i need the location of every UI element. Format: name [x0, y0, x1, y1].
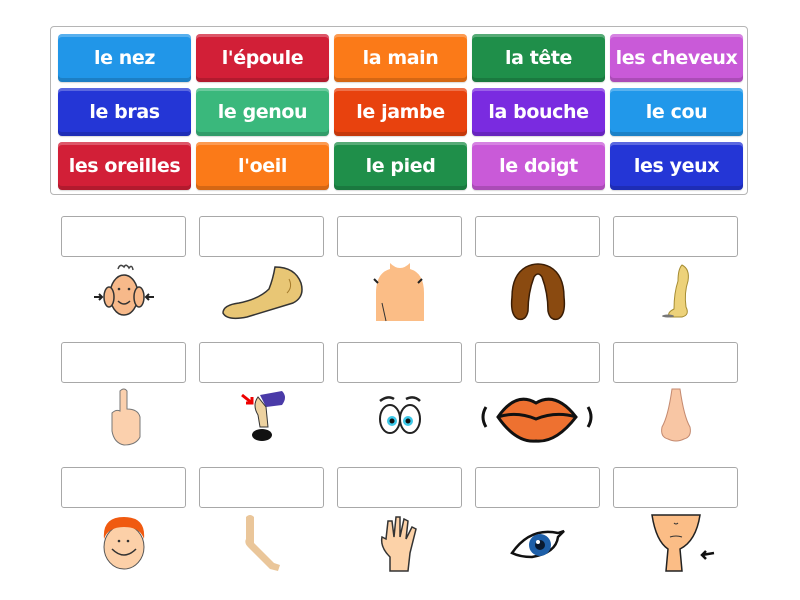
finger-picture	[61, 386, 186, 448]
shoulder-picture	[337, 262, 462, 324]
word-tile[interactable]: le cou	[610, 88, 743, 136]
drop-zone[interactable]	[337, 467, 462, 508]
drop-zone[interactable]	[61, 342, 186, 383]
drop-zone[interactable]	[475, 342, 600, 383]
drop-zone[interactable]	[199, 342, 324, 383]
drop-zone[interactable]	[613, 216, 738, 257]
nose-picture	[613, 386, 738, 448]
word-tile[interactable]: le doigt	[472, 142, 605, 190]
eye-picture	[475, 512, 600, 574]
word-tile[interactable]: le genou	[196, 88, 329, 136]
head-picture	[61, 512, 186, 574]
word-tile[interactable]: l'époule	[196, 34, 329, 82]
drop-zone[interactable]	[199, 216, 324, 257]
neck-picture	[613, 512, 738, 574]
drop-zone[interactable]	[613, 467, 738, 508]
word-tile[interactable]: les cheveux	[610, 34, 743, 82]
word-tile[interactable]: l'oeil	[196, 142, 329, 190]
drop-zone[interactable]	[475, 467, 600, 508]
hand-picture	[337, 512, 462, 574]
word-tile[interactable]: le jambe	[334, 88, 467, 136]
ears-picture	[61, 262, 186, 324]
leg-picture	[613, 262, 738, 324]
knee-picture	[199, 386, 324, 448]
drop-zone[interactable]	[613, 342, 738, 383]
word-tile[interactable]: la bouche	[472, 88, 605, 136]
word-bank: le nez l'époule la main la tête les chev…	[50, 26, 748, 195]
drop-zone[interactable]	[337, 216, 462, 257]
drop-zone[interactable]	[61, 467, 186, 508]
drop-zone[interactable]	[61, 216, 186, 257]
foot-picture	[199, 262, 324, 324]
hair-picture	[475, 262, 600, 324]
word-tile[interactable]: les oreilles	[58, 142, 191, 190]
arm-picture	[199, 512, 324, 574]
word-tile[interactable]: les yeux	[610, 142, 743, 190]
word-tile[interactable]: le bras	[58, 88, 191, 136]
word-tile[interactable]: la tête	[472, 34, 605, 82]
drop-zone[interactable]	[475, 216, 600, 257]
word-tile[interactable]: la main	[334, 34, 467, 82]
eyes-picture	[337, 386, 462, 448]
drop-zone[interactable]	[199, 467, 324, 508]
word-tile[interactable]: le pied	[334, 142, 467, 190]
drop-zone[interactable]	[337, 342, 462, 383]
word-tile[interactable]: le nez	[58, 34, 191, 82]
mouth-picture	[475, 386, 600, 448]
